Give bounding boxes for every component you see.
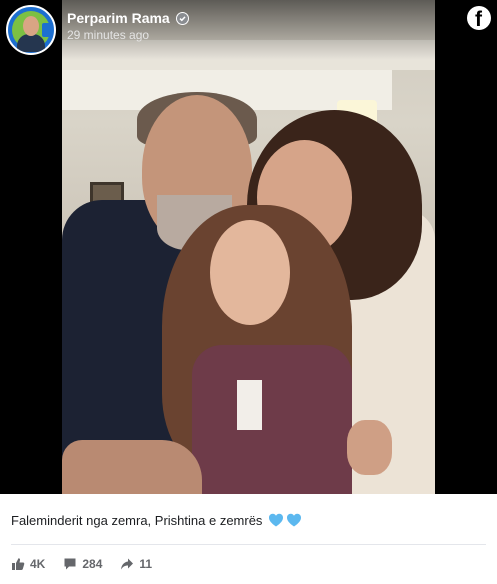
blue-heart-icon bbox=[268, 512, 284, 528]
post-media[interactable] bbox=[0, 0, 497, 494]
like-stat[interactable]: 4K bbox=[11, 557, 45, 571]
share-count: 11 bbox=[139, 557, 153, 571]
thumbs-up-icon bbox=[12, 558, 25, 570]
verified-badge-icon bbox=[175, 11, 189, 25]
author-name[interactable]: Perparim Rama bbox=[67, 10, 170, 26]
author-avatar[interactable] bbox=[6, 5, 56, 55]
post-timestamp[interactable]: 29 minutes ago bbox=[67, 28, 149, 42]
post-caption: Faleminderit nga zemra, Prishtina e zemr… bbox=[11, 512, 302, 528]
facebook-logo-icon: f bbox=[467, 6, 491, 30]
post-header: Perparim Rama bbox=[67, 9, 189, 27]
comment-stat[interactable]: 284 bbox=[63, 557, 102, 571]
comment-count: 284 bbox=[82, 557, 103, 571]
caption-text: Faleminderit nga zemra, Prishtina e zemr… bbox=[11, 512, 263, 528]
blue-heart-icon bbox=[286, 512, 302, 528]
like-count: 4K bbox=[30, 557, 46, 571]
post-stats: 4K 284 11 bbox=[11, 555, 170, 573]
post-photo[interactable] bbox=[62, 0, 435, 494]
share-stat[interactable]: 11 bbox=[120, 557, 152, 571]
divider bbox=[11, 544, 486, 545]
share-icon bbox=[121, 558, 134, 570]
comment-icon bbox=[64, 558, 76, 570]
